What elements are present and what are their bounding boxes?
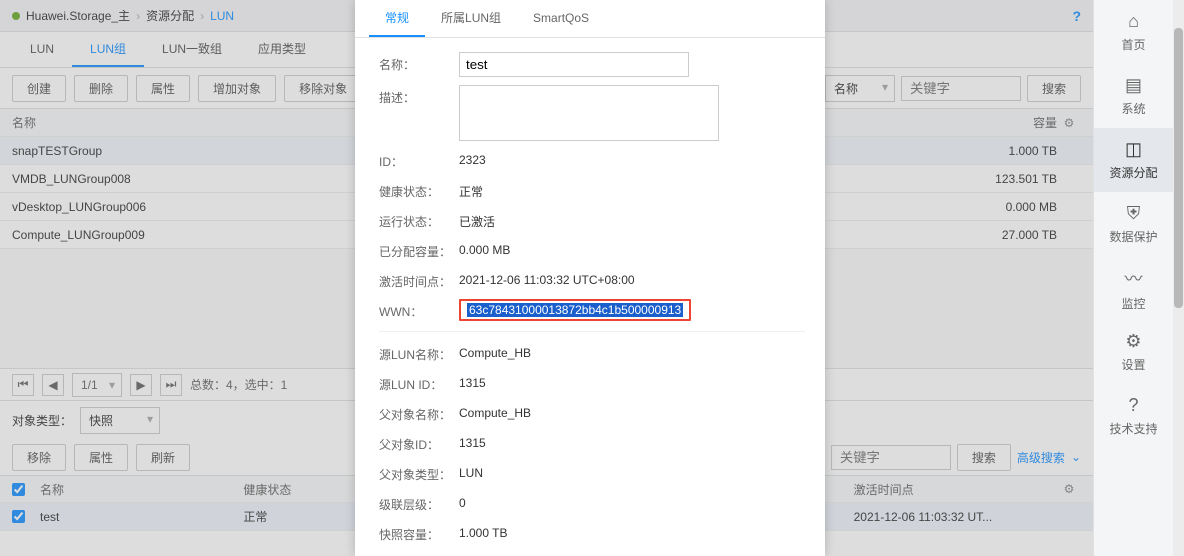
- detail-label: 健康状态：: [379, 179, 459, 200]
- desc-textarea[interactable]: [459, 85, 719, 141]
- detail-value: 2323: [459, 149, 805, 167]
- detail-panel: 常规 所属LUN组 SmartQoS 名称：描述：ID：2323健康状态：正常运…: [355, 0, 825, 556]
- detail-label: 父对象ID：: [379, 432, 459, 453]
- nav-label: 技术支持: [1109, 420, 1157, 437]
- detail-label: 名称：: [379, 52, 459, 73]
- detail-row: 快照容量：1.000 TB: [379, 522, 805, 544]
- detail-value: LUN: [459, 462, 805, 480]
- detail-value: 1315: [459, 372, 805, 390]
- detail-label: WWN：: [379, 299, 459, 320]
- detail-row: 描述：: [379, 85, 805, 141]
- detail-row: 数据保护容量：0.000 MB: [379, 552, 805, 556]
- nav-item-监控[interactable]: 〰监控: [1094, 256, 1173, 320]
- detail-row: 父对象类型：LUN: [379, 462, 805, 484]
- nav-label: 数据保护: [1109, 228, 1157, 245]
- nav-item-设置[interactable]: ⚙ 设置: [1094, 320, 1173, 384]
- detail-label: 激活时间点：: [379, 269, 459, 290]
- detail-value: Compute_HB: [459, 342, 805, 360]
- nav-icon: ◫: [1125, 139, 1142, 160]
- detail-value: 2021-12-06 11:03:32 UTC+08:00: [459, 269, 805, 287]
- detail-label: 父对象类型：: [379, 462, 459, 483]
- detail-row: ID：2323: [379, 149, 805, 171]
- side-nav: ⌂ 首页 ▤ 系统 ◫ 资源分配 ⛨ 数据保护〰监控 ⚙ 设置? 技术支持: [1093, 0, 1173, 556]
- nav-item-资源分配[interactable]: ◫ 资源分配: [1094, 128, 1173, 192]
- nav-item-技术支持[interactable]: ? 技术支持: [1094, 384, 1173, 448]
- nav-icon: ⌂: [1128, 11, 1139, 32]
- detail-row: 父对象名称：Compute_HB: [379, 402, 805, 424]
- name-input[interactable]: [459, 52, 689, 77]
- nav-label: 首页: [1121, 36, 1145, 53]
- detail-label: 描述：: [379, 85, 459, 106]
- detail-row: 激活时间点：2021-12-06 11:03:32 UTC+08:00: [379, 269, 805, 291]
- nav-icon: ⚙: [1125, 331, 1141, 352]
- scrollbar[interactable]: [1173, 0, 1184, 556]
- nav-icon: ?: [1128, 395, 1138, 416]
- scroll-thumb[interactable]: [1174, 28, 1183, 308]
- detail-label: ID：: [379, 149, 459, 170]
- nav-icon: ⛨: [1127, 203, 1141, 224]
- detail-value: 0.000 MB: [459, 552, 805, 556]
- detail-row: 运行状态：已激活: [379, 209, 805, 231]
- detail-label: 运行状态：: [379, 209, 459, 230]
- nav-label: 资源分配: [1109, 164, 1157, 181]
- nav-item-系统[interactable]: ▤ 系统: [1094, 64, 1173, 128]
- nav-label: 系统: [1121, 100, 1145, 117]
- detail-value: 正常: [459, 179, 805, 200]
- nav-icon: ▤: [1125, 75, 1142, 96]
- detail-row: 父对象ID：1315: [379, 432, 805, 454]
- detail-row: 源LUN ID：1315: [379, 372, 805, 394]
- nav-item-数据保护[interactable]: ⛨ 数据保护: [1094, 192, 1173, 256]
- detail-value: Compute_HB: [459, 402, 805, 420]
- detail-row: 名称：: [379, 52, 805, 77]
- detail-row: 源LUN名称：Compute_HB: [379, 342, 805, 364]
- detail-value: 1315: [459, 432, 805, 450]
- detail-value: 1.000 TB: [459, 522, 805, 540]
- nav-icon: 〰: [1125, 265, 1143, 291]
- detail-row: WWN： 63c78431000013872bb4c1b500000913: [379, 299, 805, 321]
- detail-label: 数据保护容量：: [379, 552, 459, 556]
- detail-value: 0.000 MB: [459, 239, 805, 257]
- detail-row: 级联层级：0: [379, 492, 805, 514]
- nav-label: 设置: [1121, 356, 1145, 373]
- detail-row: 已分配容量：0.000 MB: [379, 239, 805, 261]
- detail-label: 源LUN名称：: [379, 342, 459, 363]
- panel-tab-lungroup[interactable]: 所属LUN组: [425, 0, 517, 37]
- detail-value: 0: [459, 492, 805, 510]
- panel-tab-smartqos[interactable]: SmartQoS: [517, 0, 605, 37]
- nav-label: 监控: [1121, 295, 1145, 312]
- nav-item-首页[interactable]: ⌂ 首页: [1094, 0, 1173, 64]
- detail-label: 快照容量：: [379, 522, 459, 543]
- wwn-value[interactable]: 63c78431000013872bb4c1b500000913: [467, 303, 683, 317]
- panel-tabs: 常规 所属LUN组 SmartQoS: [355, 0, 825, 38]
- detail-label: 级联层级：: [379, 492, 459, 513]
- detail-label: 父对象名称：: [379, 402, 459, 423]
- panel-body: 名称：描述：ID：2323健康状态：正常运行状态：已激活已分配容量：0.000 …: [355, 38, 825, 556]
- panel-tab-general[interactable]: 常规: [369, 0, 425, 37]
- detail-label: 源LUN ID：: [379, 372, 459, 393]
- detail-label: 已分配容量：: [379, 239, 459, 260]
- detail-row: 健康状态：正常: [379, 179, 805, 201]
- detail-value: 已激活: [459, 209, 805, 230]
